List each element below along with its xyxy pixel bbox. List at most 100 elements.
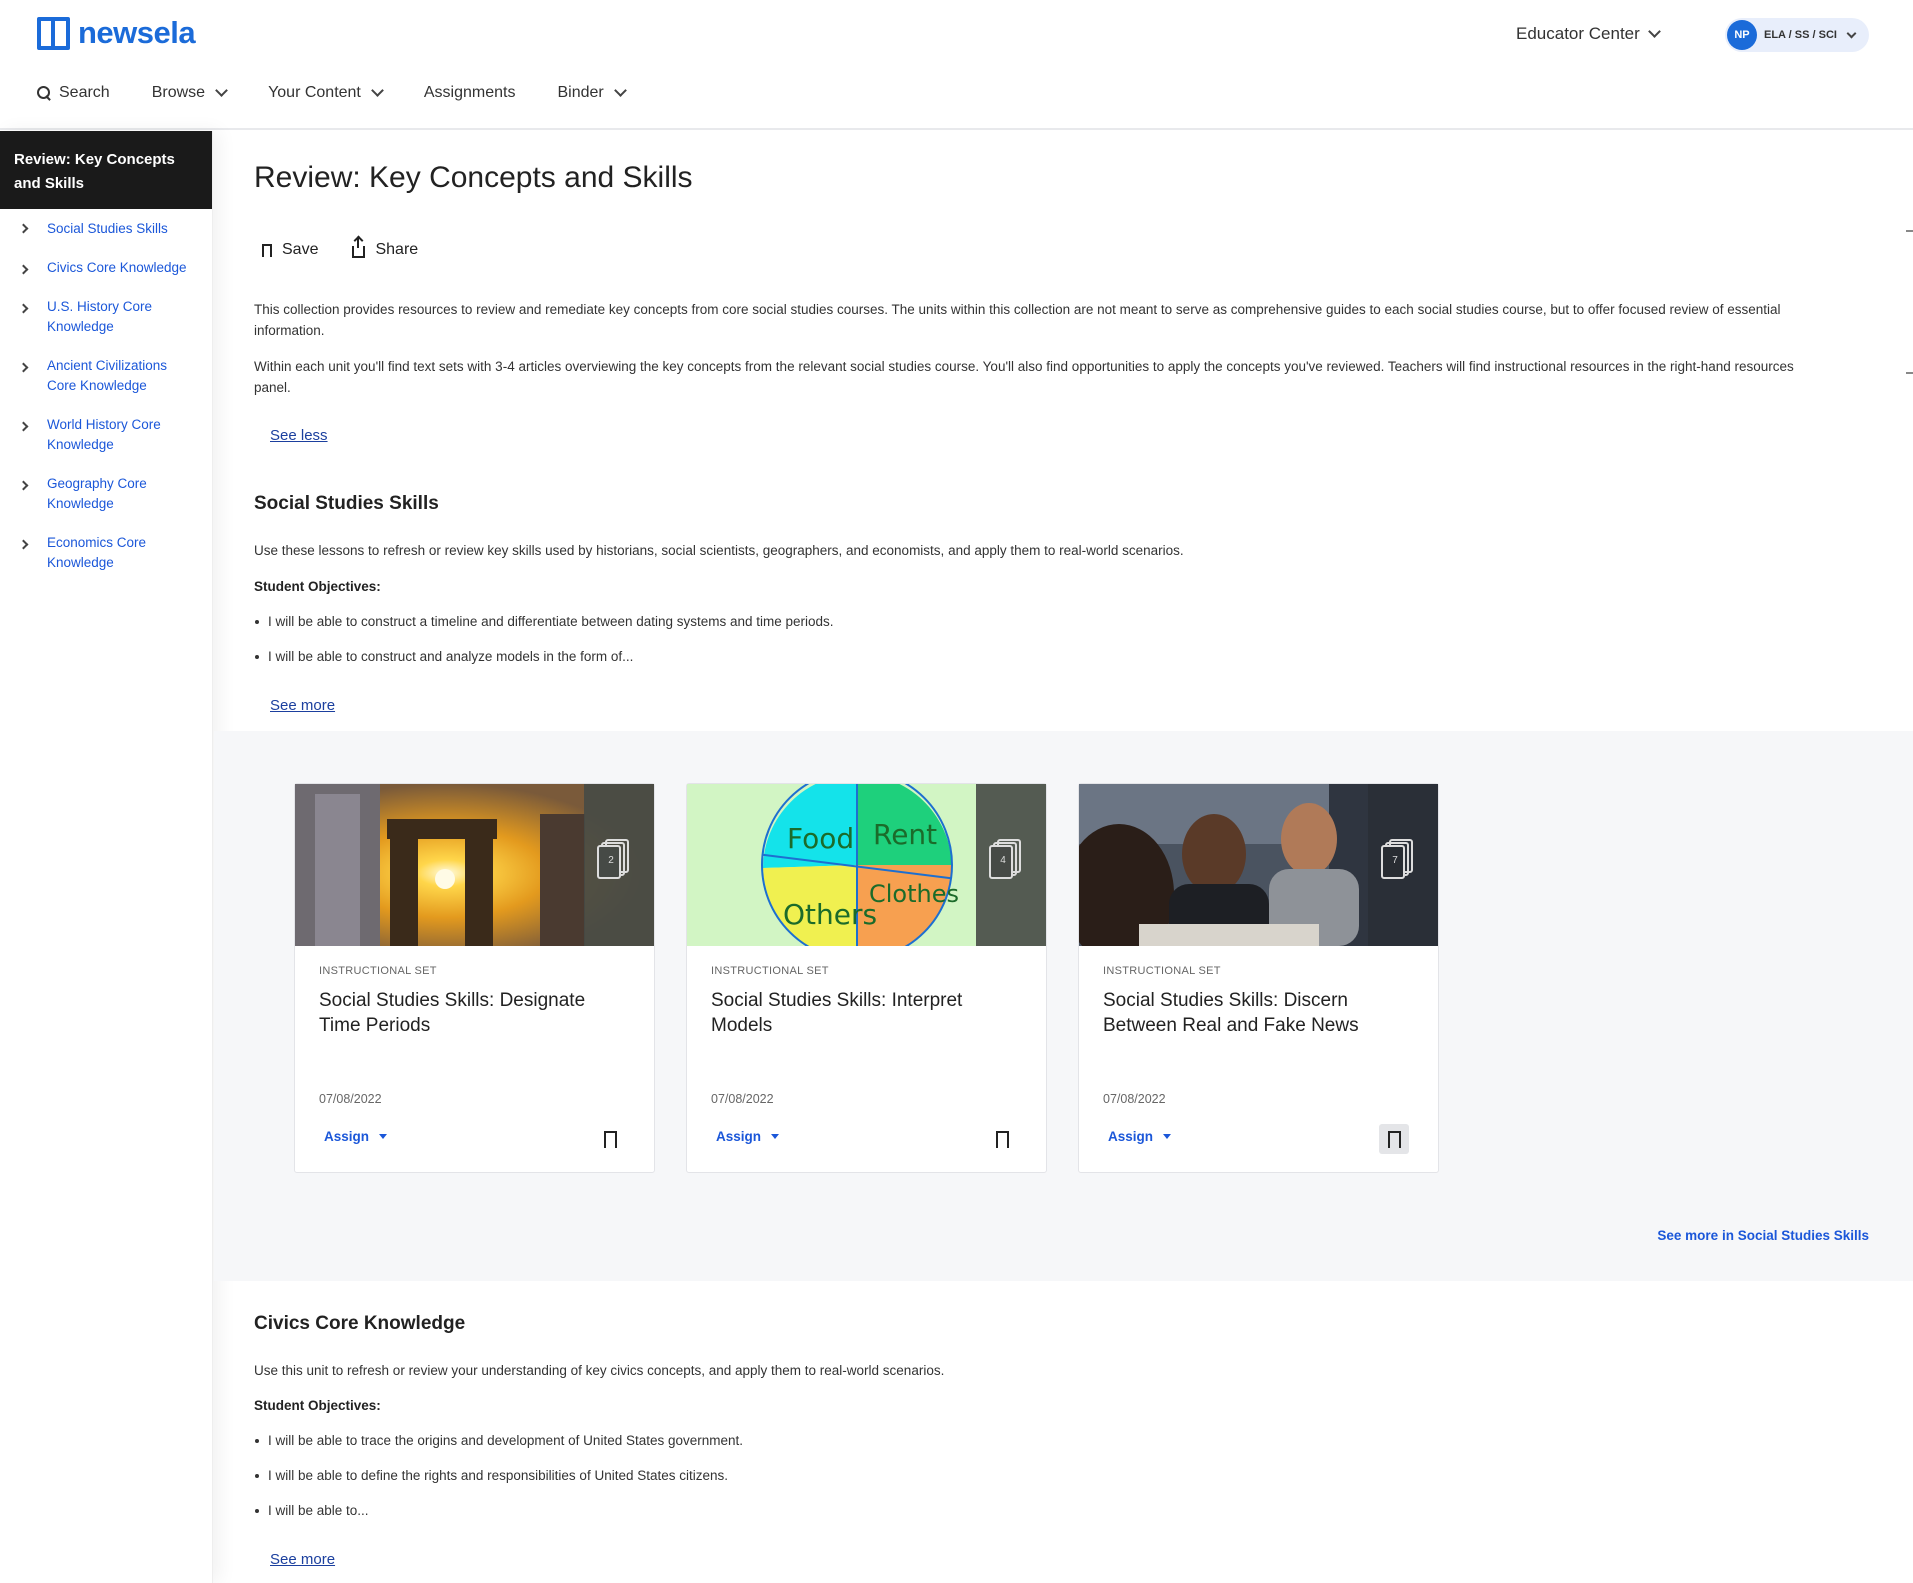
- page-title: Review: Key Concepts and Skills: [254, 161, 693, 194]
- collection-description: This collection provides resources to re…: [254, 299, 1824, 413]
- share-label: Share: [375, 241, 419, 258]
- objective-item: I will be able to trace the origins and …: [254, 1433, 743, 1468]
- bookmark-button[interactable]: [595, 1124, 625, 1154]
- see-more-link[interactable]: See more: [270, 1551, 335, 1568]
- sidebar-item-us-history[interactable]: U.S. History Core Knowledge: [0, 297, 212, 337]
- card-type: INSTRUCTIONAL SET: [1103, 965, 1221, 977]
- profile-subjects: ELA / SS / SCI: [1764, 29, 1837, 41]
- assign-button[interactable]: Assign: [716, 1129, 780, 1144]
- profile-menu[interactable]: NP ELA / SS / SCI: [1725, 18, 1869, 52]
- card-date: 07/08/2022: [711, 1092, 774, 1106]
- assign-label: Assign: [324, 1129, 370, 1144]
- share-button[interactable]: Share: [352, 237, 419, 259]
- sidebar-item-economics[interactable]: Economics Core Knowledge: [0, 533, 212, 573]
- pie-label-others: Others: [783, 898, 877, 931]
- nav-browse-label: Browse: [151, 84, 206, 101]
- caret-down-icon: [1163, 1134, 1172, 1139]
- chevron-down-icon: [1647, 25, 1661, 38]
- stack-icon: 2: [597, 839, 629, 879]
- pie-label-clothes: Clothes: [869, 880, 959, 908]
- content-card[interactable]: Food Rent Others Clothes 4 INSTRUCTIONAL…: [686, 783, 1047, 1173]
- sidebar-item-ancient-civilizations[interactable]: Ancient Civilizations Core Knowledge: [0, 356, 212, 396]
- chevron-right-icon: [18, 421, 29, 432]
- collection-sidebar: Review: Key Concepts and Skills Social S…: [0, 131, 213, 1583]
- chevron-right-icon: [18, 223, 29, 234]
- content-card[interactable]: 2 INSTRUCTIONAL SET Social Studies Skill…: [294, 783, 655, 1173]
- set-count-overlay: 7: [1368, 784, 1438, 946]
- chevron-right-icon: [18, 303, 29, 314]
- pie-label-food: Food: [787, 822, 854, 855]
- save-button[interactable]: Save: [262, 241, 318, 259]
- card-title[interactable]: Social Studies Skills: Designate Time Pe…: [319, 988, 629, 1038]
- share-icon: [352, 237, 366, 258]
- set-count: 2: [608, 855, 614, 866]
- nav-search-label: Search: [59, 84, 110, 101]
- bookmark-button[interactable]: [987, 1124, 1017, 1154]
- sidebar-item-label: World History Core Knowledge: [47, 417, 161, 452]
- card-title[interactable]: Social Studies Skills: Interpret Models: [711, 988, 1021, 1038]
- section-description: Use this unit to refresh or review your …: [254, 1363, 945, 1378]
- nav-assignments-label: Assignments: [423, 84, 516, 101]
- card-date: 07/08/2022: [1103, 1092, 1166, 1106]
- bookmark-icon: [603, 1130, 617, 1150]
- sidebar-item-label: Social Studies Skills: [47, 221, 168, 236]
- nav-browse[interactable]: Browse: [151, 84, 228, 102]
- bookmark-icon: [262, 243, 272, 259]
- sidebar-item-geography[interactable]: Geography Core Knowledge: [0, 474, 212, 514]
- bookmark-button[interactable]: [1379, 1124, 1409, 1154]
- top-header: newsela Educator Center NP ELA / SS / SC…: [0, 0, 1913, 130]
- main-nav: Search Browse Your Content Assignments B…: [37, 84, 667, 102]
- objectives-list: I will be able to construct a timeline a…: [254, 614, 834, 684]
- scrollbar-marker[interactable]: [1906, 230, 1913, 232]
- nav-binder-label: Binder: [557, 84, 604, 101]
- sidebar-item-civics[interactable]: Civics Core Knowledge: [0, 258, 212, 278]
- sidebar-item-world-history[interactable]: World History Core Knowledge: [0, 415, 212, 455]
- section-description: Use these lessons to refresh or review k…: [254, 543, 1184, 558]
- scrollbar-marker[interactable]: [1906, 372, 1913, 374]
- sidebar-item-label: Geography Core Knowledge: [47, 476, 147, 511]
- intro-paragraph: Within each unit you'll find text sets w…: [254, 359, 1794, 395]
- card-title[interactable]: Social Studies Skills: Discern Between R…: [1103, 988, 1413, 1038]
- objective-item: I will be able to construct and analyze …: [254, 649, 834, 684]
- logo-text: newsela: [78, 15, 196, 50]
- objectives-label: Student Objectives:: [254, 1398, 381, 1413]
- assign-label: Assign: [716, 1129, 762, 1144]
- chevron-down-icon: [215, 84, 228, 97]
- assign-button[interactable]: Assign: [324, 1129, 388, 1144]
- assign-label: Assign: [1108, 1129, 1154, 1144]
- objective-item: I will be able to define the rights and …: [254, 1468, 743, 1503]
- chevron-right-icon: [18, 362, 29, 373]
- set-count-overlay: 4: [976, 784, 1046, 946]
- bookmark-icon: [1387, 1130, 1401, 1150]
- pie-label-rent: Rent: [873, 818, 937, 851]
- assign-button[interactable]: Assign: [1108, 1129, 1172, 1144]
- card-thumbnail-students: 7: [1079, 784, 1438, 946]
- logo-book-icon: [37, 16, 70, 50]
- set-count: 4: [1000, 855, 1006, 866]
- chevron-right-icon: [18, 264, 29, 275]
- nav-your-content[interactable]: Your Content: [268, 84, 384, 102]
- card-date: 07/08/2022: [319, 1092, 382, 1106]
- objective-item: I will be able to...: [254, 1503, 743, 1538]
- see-less-link[interactable]: See less: [270, 427, 328, 444]
- card-type: INSTRUCTIONAL SET: [711, 965, 829, 977]
- nav-assignments[interactable]: Assignments: [424, 84, 516, 102]
- objectives-label: Student Objectives:: [254, 579, 381, 594]
- see-more-link[interactable]: See more: [270, 697, 335, 714]
- intro-paragraph: This collection provides resources to re…: [254, 302, 1781, 338]
- see-more-in-section-link[interactable]: See more in Social Studies Skills: [1657, 1228, 1869, 1243]
- educator-center-menu[interactable]: Educator Center: [1516, 24, 1661, 44]
- sidebar-title: Review: Key Concepts and Skills: [0, 131, 212, 209]
- content-card[interactable]: 7 INSTRUCTIONAL SET Social Studies Skill…: [1078, 783, 1439, 1173]
- sidebar-item-label: Civics Core Knowledge: [47, 260, 187, 275]
- nav-binder[interactable]: Binder: [557, 84, 627, 102]
- stack-icon: 7: [1381, 839, 1413, 879]
- save-label: Save: [282, 241, 319, 258]
- section-title: Social Studies Skills: [254, 493, 439, 514]
- objective-item: I will be able to construct a timeline a…: [254, 614, 834, 649]
- newsela-logo[interactable]: newsela: [37, 15, 196, 51]
- sidebar-item-label: Ancient Civilizations Core Knowledge: [47, 358, 168, 393]
- sidebar-item-label: Economics Core Knowledge: [47, 535, 147, 570]
- sidebar-item-social-studies-skills[interactable]: Social Studies Skills: [0, 219, 212, 239]
- nav-search[interactable]: Search: [37, 84, 110, 102]
